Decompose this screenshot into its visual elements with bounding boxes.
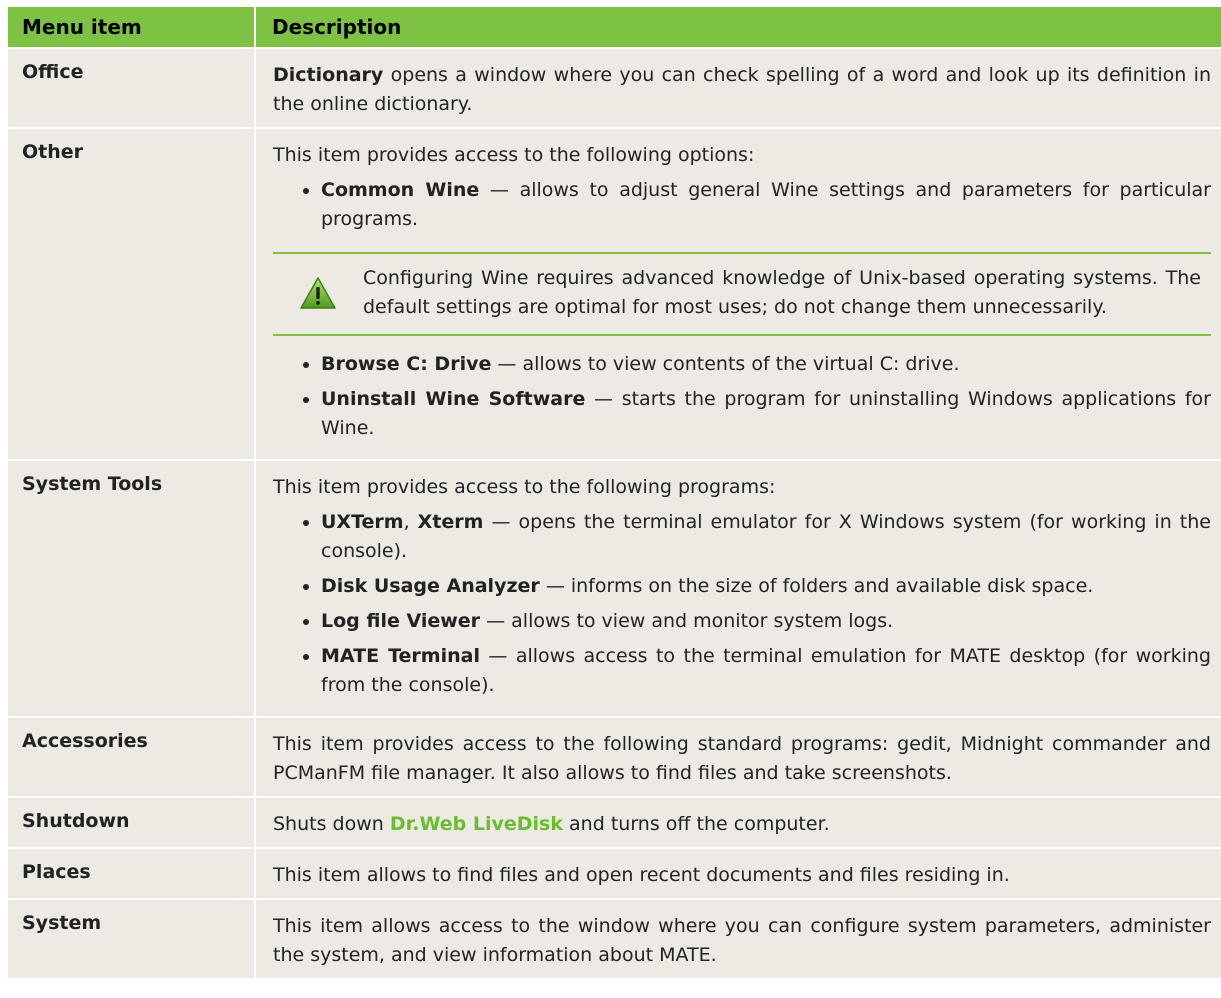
description-cell: This item allows access to the window wh…	[256, 900, 1221, 978]
intro-text: This item provides access to the followi…	[273, 476, 776, 498]
term: UXTerm	[321, 511, 404, 533]
table-row-accessories: Accessories This item provides access to…	[8, 718, 1221, 798]
description-text: and turns off the computer.	[563, 813, 830, 835]
list-item: Common Wine — allows to adjust general W…	[321, 176, 1211, 234]
options-list: Common Wine — allows to adjust general W…	[273, 176, 1211, 234]
product-link[interactable]: Dr.Web LiveDisk	[390, 813, 563, 835]
table-row-shutdown: Shutdown Shuts down Dr.Web LiveDisk and …	[8, 798, 1221, 849]
header-description: Description	[272, 15, 402, 39]
menu-item-label: Other	[8, 129, 256, 459]
description-text: This item allows access to the window wh…	[273, 915, 1211, 966]
description-cell: Shuts down Dr.Web LiveDisk and turns off…	[256, 798, 1221, 847]
term: Disk Usage Analyzer	[321, 575, 540, 597]
table-header: Menu item Description	[8, 7, 1221, 49]
list-item: UXTerm, Xterm — opens the terminal emula…	[321, 508, 1211, 566]
warning-note: Configuring Wine requires advanced knowl…	[273, 252, 1211, 336]
menu-item-label: Office	[8, 49, 256, 127]
description-text: opens a window where you can check spell…	[273, 64, 1211, 115]
table-row-office: Office Dictionary opens a window where y…	[8, 49, 1221, 129]
term: Common Wine	[321, 179, 480, 201]
menu-item-label: Places	[8, 849, 256, 898]
intro-text: This item provides access to the followi…	[273, 144, 755, 166]
term: Uninstall Wine Software	[321, 388, 586, 410]
note-text: Configuring Wine requires advanced knowl…	[363, 267, 1201, 318]
description-text: — allows to view contents of the virtual…	[491, 353, 960, 375]
table-row-places: Places This item allows to find files an…	[8, 849, 1221, 900]
separator: ,	[403, 511, 418, 533]
menu-item-label: System	[8, 900, 256, 978]
programs-list: UXTerm, Xterm — opens the terminal emula…	[273, 508, 1211, 700]
description-text: — allows to view and monitor system logs…	[480, 610, 894, 632]
menu-item-label: Accessories	[8, 718, 256, 796]
description-text: — informs on the size of folders and ava…	[539, 575, 1094, 597]
options-list: Browse C: Drive — allows to view content…	[273, 350, 1211, 443]
term: Dictionary	[273, 64, 384, 86]
header-menu-item: Menu item	[8, 7, 256, 47]
term: Xterm	[417, 511, 484, 533]
description-cell: This item provides access to the followi…	[256, 129, 1221, 459]
list-item: MATE Terminal — allows access to the ter…	[321, 642, 1211, 700]
list-item: Uninstall Wine Software — starts the pro…	[321, 385, 1211, 443]
description-text: This item provides access to the followi…	[273, 733, 1211, 784]
warning-triangle-icon	[273, 264, 363, 322]
table-row-system-tools: System Tools This item provides access t…	[8, 461, 1221, 718]
list-item: Log file Viewer — allows to view and mon…	[321, 607, 1211, 636]
description-cell: This item provides access to the followi…	[256, 718, 1221, 796]
menu-item-label: Shutdown	[8, 798, 256, 847]
list-item: Disk Usage Analyzer — informs on the siz…	[321, 572, 1211, 601]
list-item: Browse C: Drive — allows to view content…	[321, 350, 1211, 379]
table-row-system: System This item allows access to the wi…	[8, 900, 1221, 980]
term: MATE Terminal	[321, 645, 480, 667]
description-text: This item allows to find files and open …	[273, 864, 1010, 886]
description-cell: This item provides access to the followi…	[256, 461, 1221, 716]
term: Browse C: Drive	[321, 353, 492, 375]
table-row-other: Other This item provides access to the f…	[8, 129, 1221, 461]
menu-item-label: System Tools	[8, 461, 256, 716]
menu-description-table: Menu item Description Office Dictionary …	[8, 7, 1221, 980]
term: Log file Viewer	[321, 610, 481, 632]
description-text: Shuts down	[273, 813, 390, 835]
description-cell: This item allows to find files and open …	[256, 849, 1221, 898]
description-cell: Dictionary opens a window where you can …	[256, 49, 1221, 127]
